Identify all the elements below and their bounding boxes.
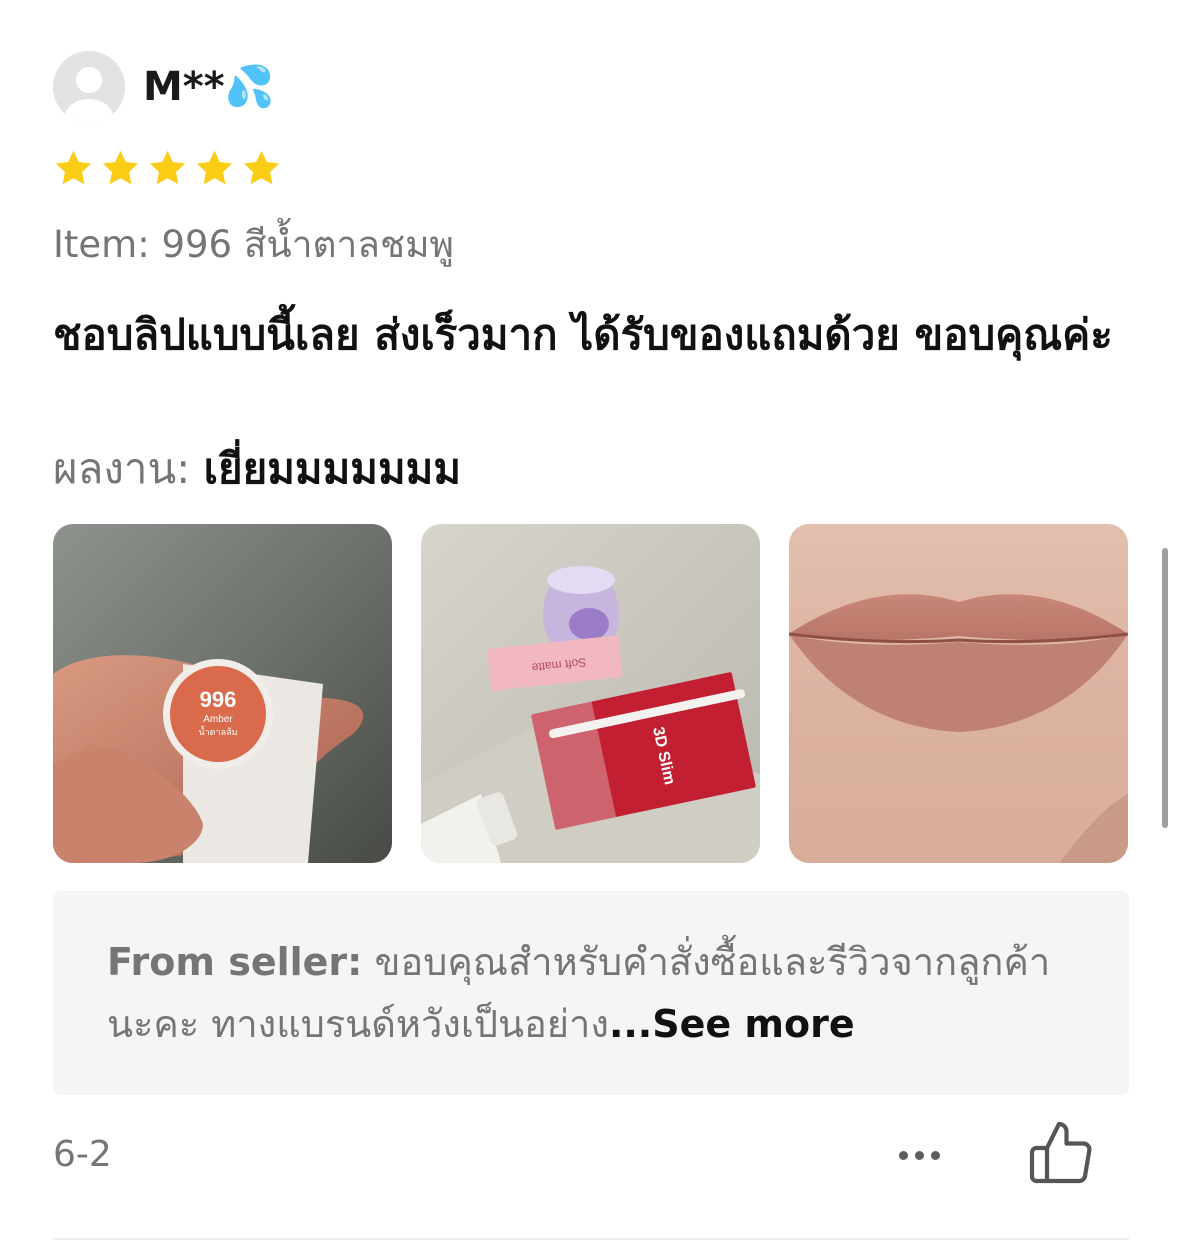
review-photos: 996 Amber น้ำตาลส้ม Soft matte 3D Slim [53,524,1128,863]
reviewer-name: M**💦 [143,64,275,110]
review-text: ชอบลิปแบบนี้เลย ส่งเร็วมาก ได้รับของแถมด… [53,310,1113,359]
star-rating [53,148,282,192]
lipstick-shade-photo[interactable]: 996 Amber น้ำตาลส้ม [53,524,392,863]
star-icon [55,150,92,185]
seller-reply: From seller: ขอบคุณสำหรับคำสั่งซื้อและรี… [53,891,1129,1095]
item-variant-value: 996 สีน้ำตาลชมพู [161,223,454,266]
seller-reply-text: From seller: ขอบคุณสำหรับคำสั่งซื้อและรี… [107,931,1087,1055]
result-label: ผลงาน: [53,444,191,493]
review-date: 6-2 [53,1134,112,1175]
lip-swatch-photo[interactable] [789,524,1128,863]
star-icon [196,150,233,185]
result-value: เยี่ยมมมมมมม [203,444,462,493]
divider [53,1238,1129,1240]
avatar[interactable] [53,51,125,123]
default-user-avatar-icon [53,51,125,123]
review-card: M**💦 Item: 996 สีน้ำตาลชมพู ชอบลิปแบบนี้… [0,0,1179,1241]
see-more-link[interactable]: ...See more [609,1002,855,1046]
shade-number: 996 [200,687,237,712]
item-label: Item: [53,223,150,266]
star-icon [149,150,186,185]
seller-reply-label: From seller: [107,940,363,984]
gift-items-photo[interactable]: Soft matte 3D Slim [421,524,760,863]
scrollbar[interactable] [1162,548,1168,828]
result-rating-line: ผลงาน: เยี่ยมมมมมมม [53,440,461,498]
item-variant: Item: 996 สีน้ำตาลชมพู [53,220,454,270]
thumbs-up-icon [1029,1121,1092,1184]
more-horizontal-icon [898,1150,940,1160]
shade-name: Amber [203,714,233,725]
star-icon [102,150,139,185]
star-icon [243,150,280,185]
more-options-button[interactable] [884,1132,954,1178]
like-button[interactable] [1026,1118,1098,1190]
